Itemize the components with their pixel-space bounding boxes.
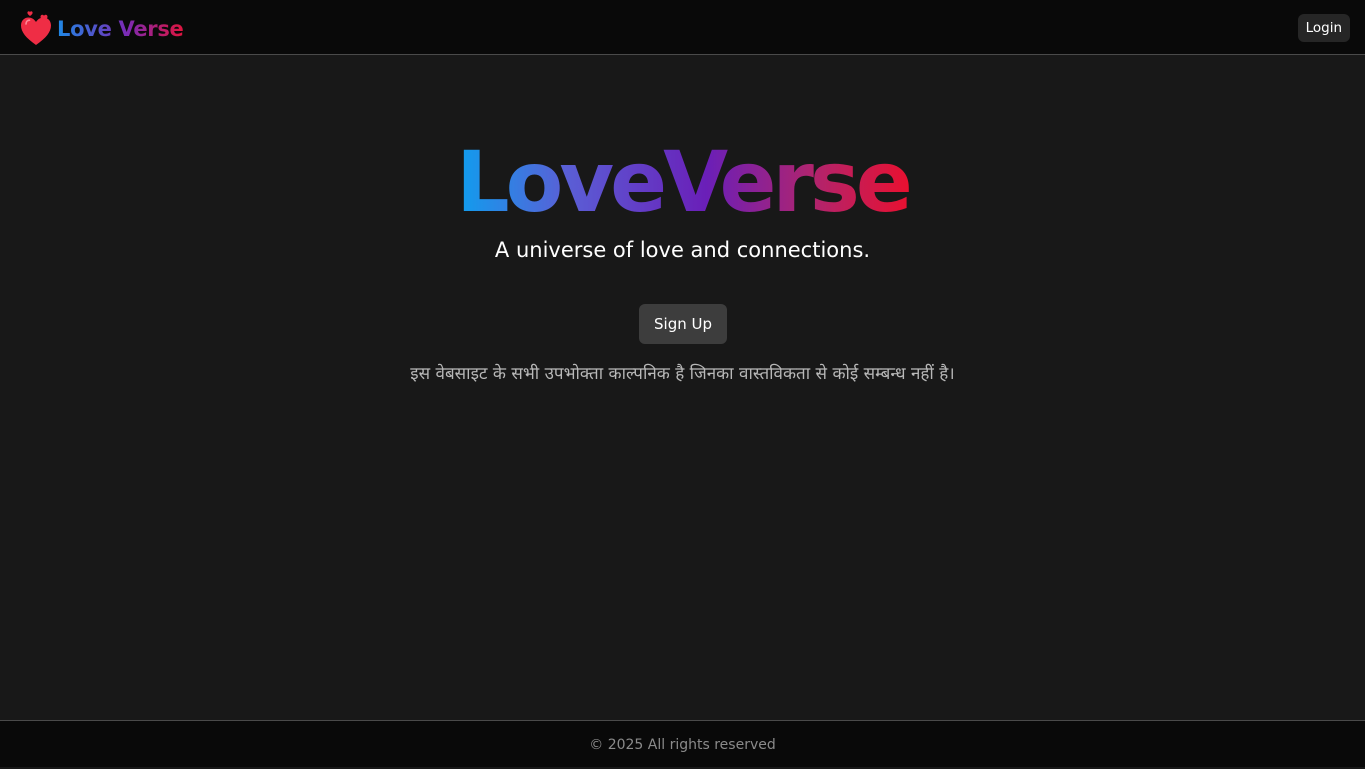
hero-title-text: LoveVerse (450, 133, 915, 231)
brand-logo[interactable]: Love Verse (20, 10, 184, 48)
brand-name: Love Verse (57, 16, 184, 41)
footer: © 2025 All rights reserved (0, 720, 1365, 767)
hero-title: LoveVerse (0, 132, 1365, 232)
hero-section: LoveVerse A universe of love and connect… (0, 56, 1365, 720)
login-button[interactable]: Login (1297, 14, 1350, 42)
top-navbar: Love Verse Login (0, 0, 1365, 55)
disclaimer-text: इस वेबसाइट के सभी उपभोक्ता काल्पनिक है ज… (410, 364, 955, 384)
copyright-text: © 2025 All rights reserved (589, 737, 776, 753)
hearts-icon (20, 10, 52, 48)
signup-button[interactable]: Sign Up (639, 304, 727, 344)
hero-tagline: A universe of love and connections. (494, 238, 871, 262)
